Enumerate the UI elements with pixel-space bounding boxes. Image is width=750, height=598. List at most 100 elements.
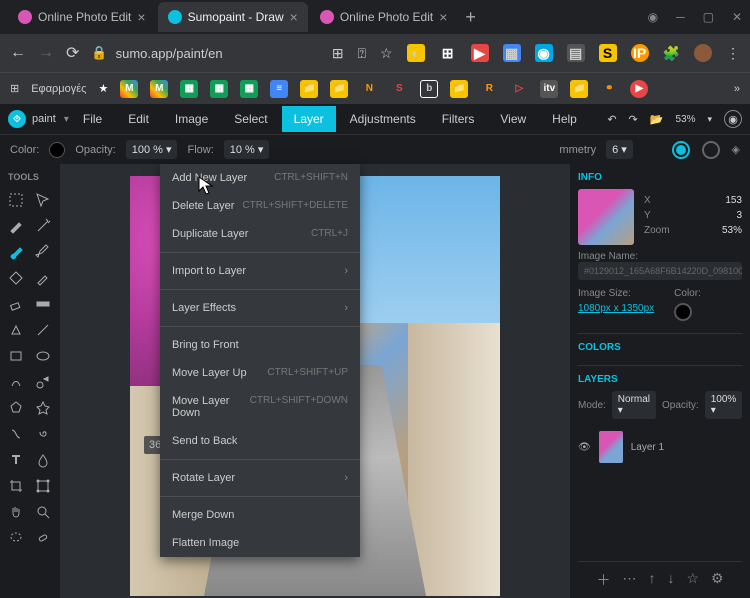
line-tool[interactable]	[31, 318, 55, 342]
dd-layer-effects[interactable]: Layer Effects›	[160, 294, 360, 322]
itv-icon[interactable]: itv	[540, 80, 558, 98]
layers-toggle-icon[interactable]: ◈	[732, 143, 740, 156]
layer-settings-icon[interactable]: ⚙	[711, 570, 724, 590]
folder-icon[interactable]: 📁	[300, 80, 318, 98]
ext-icon[interactable]: IP	[631, 44, 649, 62]
menu-edit[interactable]: Edit	[116, 106, 161, 132]
layer-row[interactable]: 👁 Layer 1	[578, 427, 742, 467]
bookmark-n[interactable]: N	[360, 80, 378, 98]
extensions-icon[interactable]: 🧩	[663, 45, 680, 62]
play-icon[interactable]: ▶	[630, 80, 648, 98]
share-icon[interactable]: ⍰	[358, 45, 366, 62]
menu-file[interactable]: File	[71, 106, 114, 132]
app-logo[interactable]: ⟐	[8, 110, 26, 128]
blend-mode[interactable]: Normal ▾	[612, 391, 656, 419]
bookmark-r[interactable]: R	[480, 80, 498, 98]
shield-icon[interactable]: ◉	[648, 10, 658, 24]
sheets-icon[interactable]: ▦	[210, 80, 228, 98]
overflow-icon[interactable]: »	[734, 83, 740, 95]
folder-icon[interactable]: 📂	[650, 113, 664, 126]
menu-layer[interactable]: Layer	[282, 106, 336, 132]
layer-opacity[interactable]: 100% ▾	[705, 391, 743, 419]
custom-shape-tool[interactable]	[4, 422, 28, 446]
ext-icon[interactable]: S	[599, 44, 617, 62]
folder-icon[interactable]: 📁	[570, 80, 588, 98]
dd-add-layer[interactable]: Add New LayerCTRL+SHIFT+N	[160, 164, 360, 192]
bookmark-icon[interactable]: b	[420, 80, 438, 98]
hand-tool[interactable]	[4, 500, 28, 524]
forward-button[interactable]: →	[38, 44, 54, 62]
lasso-tool[interactable]	[4, 526, 28, 550]
menu-image[interactable]: Image	[163, 106, 220, 132]
shape-tool[interactable]	[4, 318, 28, 342]
gmail-icon[interactable]: M	[120, 80, 138, 98]
dd-rotate-layer[interactable]: Rotate Layer›	[160, 464, 360, 492]
browser-tab-active[interactable]: Sumopaint - Draw×	[158, 2, 308, 32]
redo-icon[interactable]: ↷	[629, 113, 638, 126]
dd-send-back[interactable]: Send to Back	[160, 427, 360, 455]
crop-tool[interactable]	[4, 474, 28, 498]
symmetry-value[interactable]: 6 ▾	[606, 140, 633, 159]
smudge-tool[interactable]	[4, 370, 28, 394]
star-icon[interactable]: ★	[98, 82, 108, 95]
dd-flatten[interactable]: Flatten Image	[160, 529, 360, 557]
eraser-tool[interactable]	[4, 292, 28, 316]
account-icon[interactable]: ◉	[724, 110, 742, 128]
image-size-value[interactable]: 1080px x 1350px	[578, 303, 654, 314]
apps-label[interactable]: Εφαρμογές	[31, 83, 86, 95]
ellipse-tool[interactable]	[31, 344, 55, 368]
link-icon[interactable]: ⚭	[600, 80, 618, 98]
spiral-tool[interactable]	[31, 422, 55, 446]
back-button[interactable]: ←	[10, 44, 26, 62]
visibility-icon[interactable]: 👁	[578, 442, 591, 453]
polygon-tool[interactable]	[4, 396, 28, 420]
pencil-tool[interactable]	[31, 240, 55, 264]
pen-tool[interactable]	[4, 214, 28, 238]
canvas-area[interactable]: 36 Add New LayerCTRL+SHIFT+N Delete Laye…	[60, 164, 570, 598]
eyedropper-tool[interactable]	[31, 266, 55, 290]
star-icon[interactable]: ☆	[380, 45, 393, 62]
dd-merge-down[interactable]: Merge Down	[160, 501, 360, 529]
heal-tool[interactable]	[31, 526, 55, 550]
layer-down-icon[interactable]: ↓	[667, 570, 674, 590]
close-icon[interactable]: ×	[439, 9, 447, 25]
ext-icon[interactable]: ▶	[471, 44, 489, 62]
dd-import-layer[interactable]: Import to Layer›	[160, 257, 360, 285]
marquee-tool[interactable]	[4, 188, 28, 212]
close-icon[interactable]: ×	[290, 9, 298, 25]
brand[interactable]: paint	[32, 113, 56, 125]
blur-tool[interactable]	[31, 448, 55, 472]
info-toggle[interactable]	[672, 141, 690, 159]
dd-bring-front[interactable]: Bring to Front	[160, 331, 360, 359]
add-layer-icon[interactable]: ＋	[596, 570, 610, 590]
clone-tool[interactable]	[31, 370, 55, 394]
close-icon[interactable]: ×	[137, 9, 145, 25]
flow-value[interactable]: 10 % ▾	[224, 140, 270, 159]
reload-button[interactable]: ⟳	[66, 43, 79, 63]
image-name-value[interactable]: #0129012_165A68F6B14220D_098100214123	[578, 262, 742, 280]
layer-menu-icon[interactable]: ⋯	[622, 570, 636, 590]
menu-adjustments[interactable]: Adjustments	[338, 106, 428, 132]
ext-icon[interactable]: ▤	[567, 44, 585, 62]
dd-move-up[interactable]: Move Layer UpCTRL+SHIFT+UP	[160, 359, 360, 387]
menu-icon[interactable]: ⋮	[726, 45, 740, 62]
undo-icon[interactable]: ↶	[607, 113, 616, 126]
rect-tool[interactable]	[4, 344, 28, 368]
zoom-value[interactable]: 53%	[675, 114, 695, 125]
transform-tool[interactable]	[31, 474, 55, 498]
layer-up-icon[interactable]: ↑	[648, 570, 655, 590]
gmail-icon[interactable]: M	[150, 80, 168, 98]
bucket-tool[interactable]	[4, 266, 28, 290]
maximize-icon[interactable]: ▢	[703, 10, 714, 24]
text-tool[interactable]	[4, 448, 28, 472]
brush-tool[interactable]	[4, 240, 28, 264]
sheets-icon[interactable]: ▦	[240, 80, 258, 98]
layer-name[interactable]: Layer 1	[631, 442, 664, 453]
bookmark-s[interactable]: S	[390, 80, 408, 98]
browser-tab[interactable]: Online Photo Edit×	[8, 2, 156, 32]
dd-duplicate-layer[interactable]: Duplicate LayerCTRL+J	[160, 220, 360, 248]
zoom-tool[interactable]	[31, 500, 55, 524]
drop-toggle[interactable]	[702, 141, 720, 159]
sheets-icon[interactable]: ▦	[180, 80, 198, 98]
apps-icon[interactable]: ⊞	[10, 82, 19, 95]
